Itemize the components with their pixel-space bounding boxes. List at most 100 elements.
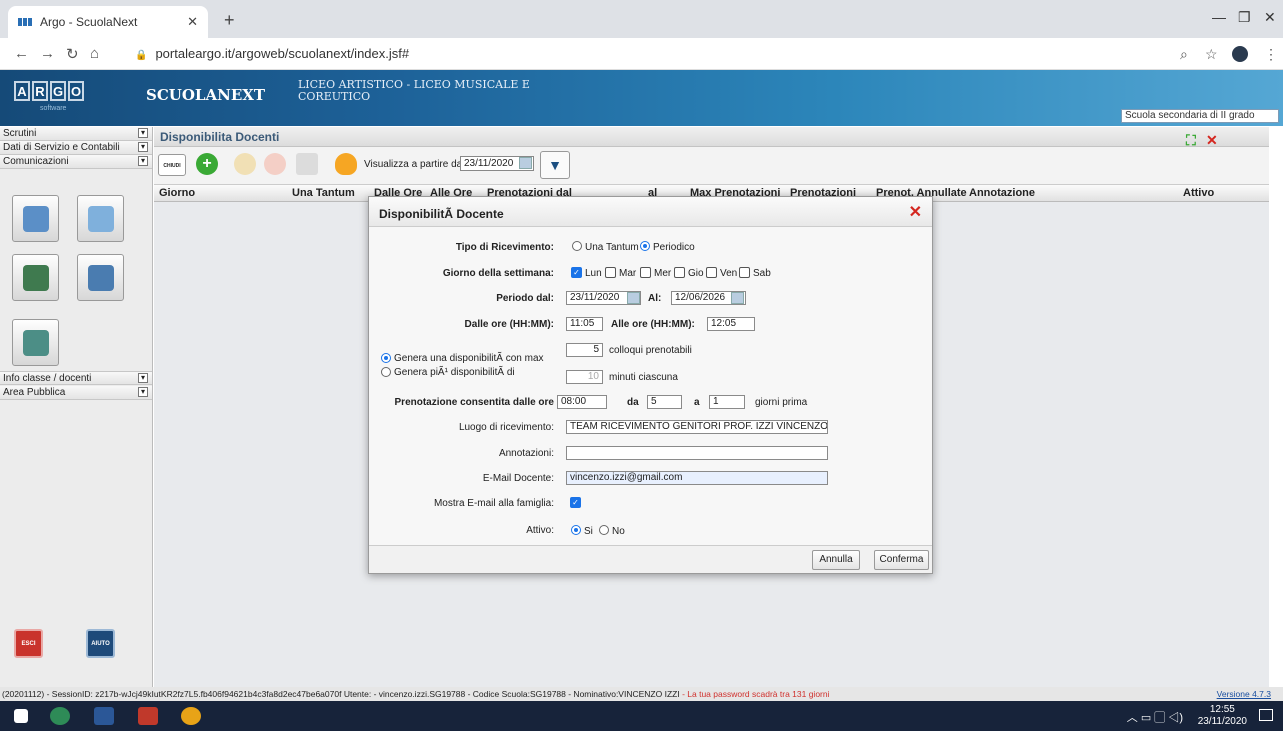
radio-genera-piu[interactable]	[381, 367, 391, 377]
column-header[interactable]: Attivo	[1183, 187, 1214, 199]
system-tray[interactable]: ︿ ▭ ▢ ◁)	[1127, 709, 1183, 725]
expand-icon[interactable]: ▾	[138, 142, 148, 152]
filter-button[interactable]: ▼	[540, 151, 570, 179]
calendar-icon[interactable]	[731, 292, 744, 304]
notifications-icon[interactable]	[1259, 709, 1273, 721]
annotazioni-label: Annotazioni:	[498, 448, 554, 459]
prenotazione-ore-input[interactable]: 08:00	[557, 395, 607, 409]
radio-attivo-no[interactable]	[599, 525, 609, 535]
sidebar-item-info-classe[interactable]: Info classe / docenti ▾	[0, 371, 152, 385]
ricevimento-tile[interactable]	[12, 254, 59, 301]
profile-avatar[interactable]	[1232, 46, 1248, 62]
toolbar: CHIUDI + Visualizza a partire dal: 23/11…	[154, 147, 1269, 185]
checkbox-ven[interactable]	[706, 267, 717, 278]
messaggi-tile[interactable]	[77, 195, 124, 242]
conferma-button[interactable]: Conferma	[874, 550, 929, 570]
mostra-email-label: Mostra E-mail alla famiglia:	[433, 498, 554, 509]
close-window-icon[interactable]: ✕	[1264, 9, 1276, 26]
radio-periodico[interactable]	[640, 241, 650, 251]
genera-max-input[interactable]: 5	[566, 343, 603, 357]
expand-icon[interactable]: ▾	[138, 373, 148, 383]
chrome-icon[interactable]	[181, 707, 201, 725]
clock[interactable]: 12:55 23/11/2020	[1198, 704, 1247, 728]
word-icon[interactable]	[94, 707, 114, 725]
pdf-icon[interactable]	[138, 707, 158, 725]
checkbox-label: Mar	[619, 268, 637, 279]
giorno-label: Giorno della settimana:	[442, 268, 554, 279]
docenti-tile[interactable]	[77, 254, 124, 301]
alle-ore-input[interactable]: 12:05	[707, 317, 755, 331]
blackboard-icon	[22, 264, 49, 291]
sidebar-item-scrutini[interactable]: Scrutini ▾	[0, 127, 152, 141]
column-header[interactable]: Giorno	[159, 187, 195, 199]
url-field[interactable]: 🔒 portaleargo.it/argoweb/scuolanext/index…	[135, 46, 409, 61]
argo-favicon-icon	[18, 18, 32, 26]
close-tab-icon[interactable]: ✕	[187, 14, 198, 30]
checkbox-lun[interactable]: ✓	[571, 267, 582, 278]
expand-icon[interactable]: ▾	[138, 387, 148, 397]
zoom-icon[interactable]: ⌕	[1180, 46, 1188, 63]
browser-tab[interactable]: Argo - ScuolaNext ✕	[8, 6, 208, 38]
genera-piu-input[interactable]: 10	[566, 370, 603, 384]
reload-icon[interactable]: ↻	[66, 45, 79, 63]
users-icon	[296, 153, 318, 175]
calendar-icon[interactable]	[519, 157, 532, 169]
checkbox-label: Sab	[753, 268, 771, 279]
aiuto-button[interactable]: AIUTO	[86, 629, 115, 658]
minimize-icon[interactable]: —	[1212, 9, 1226, 25]
version-link[interactable]: Versione 4.7.3	[1217, 687, 1271, 701]
dalle-ore-input[interactable]: 11:05	[566, 317, 603, 331]
tipo-label: Tipo di Ricevimento:	[455, 242, 554, 253]
a-input[interactable]: 1	[709, 395, 745, 409]
back-icon[interactable]: ←	[14, 45, 29, 62]
expand-icon[interactable]: ▾	[138, 128, 148, 138]
annotazioni-input[interactable]	[566, 446, 828, 460]
radio-attivo-si[interactable]	[571, 525, 581, 535]
forward-icon[interactable]: →	[40, 45, 55, 62]
add-icon[interactable]: +	[196, 153, 218, 175]
colloqui-tile[interactable]	[12, 319, 59, 366]
school-type-select[interactable]: Scuola secondaria di II grado	[1121, 109, 1279, 123]
sidebar-item-label: Scrutini	[3, 128, 37, 139]
sidebar-item-area-pubblica[interactable]: Area Pubblica ▾	[0, 386, 152, 400]
bookmark-star-icon[interactable]: ☆	[1205, 46, 1218, 63]
maximize-icon[interactable]: ❐	[1238, 9, 1251, 26]
email-input[interactable]: vincenzo.izzi@gmail.com	[566, 471, 828, 485]
delete-icon	[264, 153, 286, 175]
checkbox-label: Gio	[688, 268, 704, 279]
calendar-icon[interactable]	[627, 292, 640, 304]
browser-menu-icon[interactable]: ⋮	[1264, 46, 1278, 63]
close-dialog-icon[interactable]: ✕	[909, 202, 922, 222]
checkbox-mer[interactable]	[640, 267, 651, 278]
checkbox-mar[interactable]	[605, 267, 616, 278]
column-header[interactable]: Una Tantum	[292, 187, 355, 199]
sidebar-item-dati-servizio[interactable]: Dati di Servizio e Contabili ▾	[0, 141, 152, 155]
windows-start-icon[interactable]	[14, 709, 28, 723]
chiudi-button[interactable]: CHIUDI	[158, 154, 186, 176]
expand-icon[interactable]: ▾	[138, 156, 148, 166]
column-header[interactable]: Annotazione	[969, 187, 1035, 199]
lightbulb-icon[interactable]	[335, 153, 357, 175]
logo-letter: O	[68, 81, 84, 101]
home-icon[interactable]: ⌂	[90, 45, 99, 62]
chat-app-icon[interactable]	[50, 707, 70, 725]
checkbox-label: Ven	[720, 268, 738, 279]
mostra-email-checkbox[interactable]: ✓	[570, 497, 581, 508]
sidebar-item-comunicazioni[interactable]: Comunicazioni ▾	[0, 155, 152, 169]
esci-button[interactable]: ESCI	[14, 629, 43, 658]
bacheca-tile[interactable]	[12, 195, 59, 242]
luogo-input[interactable]: TEAM RICEVIMENTO GENITORI PROF. IZZI VIN…	[566, 420, 828, 434]
checkbox-gio[interactable]	[674, 267, 685, 278]
radio-una-tantum[interactable]	[572, 241, 582, 251]
a-label: a	[694, 397, 700, 408]
radio-label: Una Tantum	[585, 242, 639, 253]
sidebar: Scrutini ▾ Dati di Servizio e Contabili ▾ …	[0, 127, 153, 687]
radio-genera-max[interactable]	[381, 353, 391, 363]
radio-label: No	[612, 526, 625, 537]
checkbox-sab[interactable]	[739, 267, 750, 278]
da-input[interactable]: 5	[647, 395, 682, 409]
panel-title-bar: Disponibilita Docenti ⛶ ✕	[154, 127, 1269, 148]
annulla-button[interactable]: Annulla	[812, 550, 860, 570]
genera-max-suffix: colloqui prenotabili	[609, 345, 692, 356]
new-tab-icon[interactable]: +	[224, 10, 235, 31]
